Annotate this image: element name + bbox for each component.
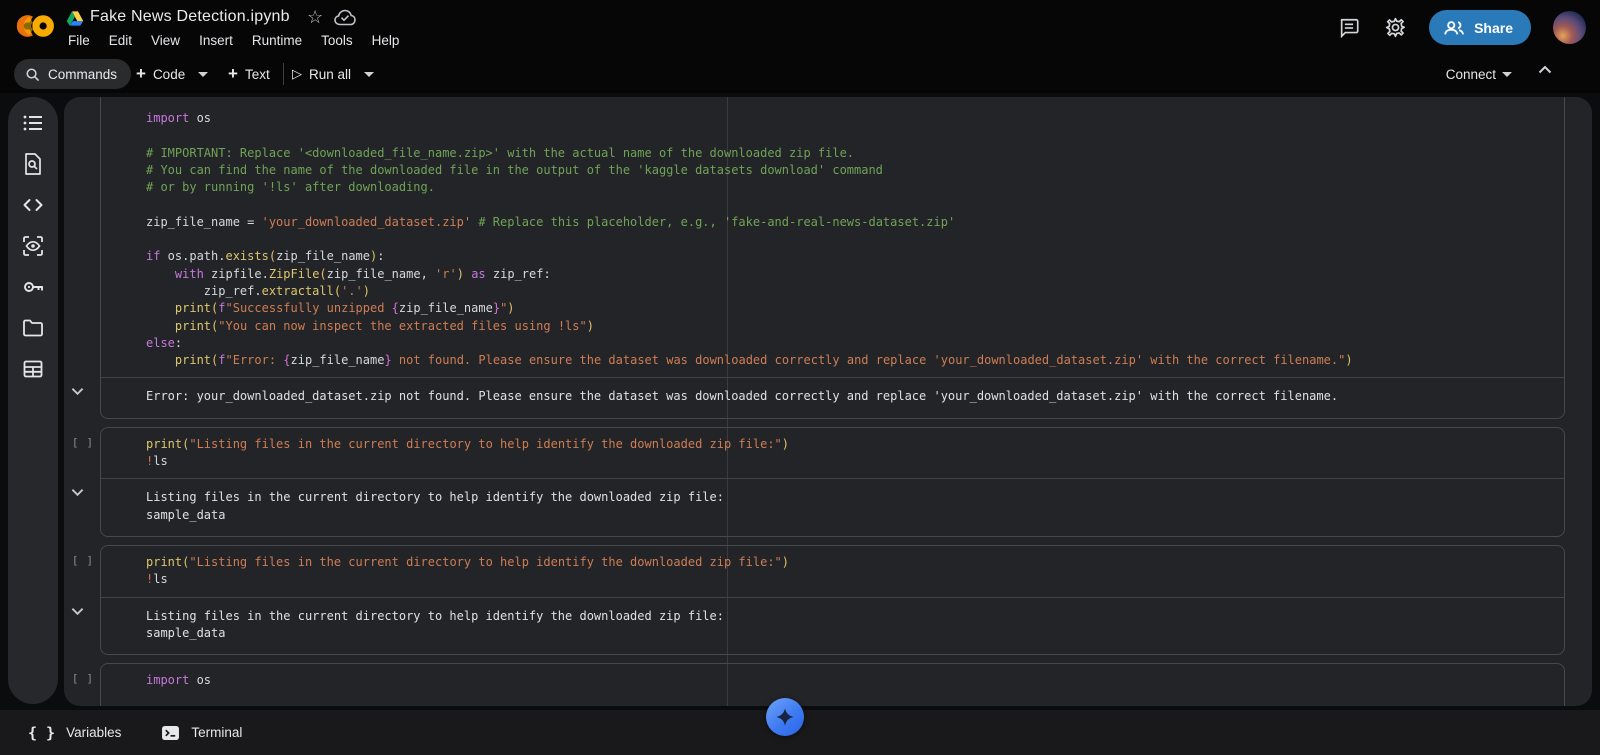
code-line: with zipfile.ZipFile(zip_file_name, 'r')… (146, 266, 1554, 283)
code-line: else: (146, 335, 1554, 352)
code-cell: [ ]print("Listing files in the current d… (100, 545, 1565, 655)
braces-icon: { } (28, 724, 55, 742)
comments-icon[interactable] (1337, 16, 1361, 40)
commands-button[interactable]: Commands (14, 59, 131, 89)
data-table-icon[interactable] (21, 357, 45, 381)
cell-output: Listing files in the current directory t… (101, 598, 1564, 655)
avatar[interactable] (1553, 11, 1586, 44)
share-button[interactable]: Share (1429, 10, 1531, 45)
code-line: # IMPORTANT: Replace '<downloaded_file_n… (146, 145, 1554, 162)
run-cell-button[interactable]: [ ] (72, 437, 94, 449)
output-line: sample_data (146, 507, 1554, 524)
plus-icon: + (228, 64, 238, 84)
code-line: zip_file_name = 'your_downloaded_dataset… (146, 214, 1554, 231)
code-line (146, 231, 1554, 248)
menu-file[interactable]: File (68, 33, 90, 48)
star-icon[interactable]: ☆ (307, 7, 323, 28)
menubar: File Edit View Insert Runtime Tools Help (68, 33, 399, 48)
menu-edit[interactable]: Edit (109, 33, 132, 48)
chevron-down-icon[interactable] (198, 72, 208, 77)
code-line: if os.path.exists(zip_file_name): (146, 248, 1554, 265)
code-line: import os (146, 672, 1554, 689)
run-cell-button[interactable]: [ ] (72, 555, 94, 567)
output-line: Listing files in the current directory t… (146, 608, 1554, 625)
code-line: print("Listing files in the current dire… (146, 554, 1554, 571)
variables-button[interactable]: { } Variables (28, 724, 121, 742)
plus-icon: + (136, 64, 146, 84)
code-line: zip_ref.extractall('.') (146, 283, 1554, 300)
code-cell: import os # IMPORTANT: Replace '<downloa… (100, 97, 1565, 419)
chevron-down-icon (1502, 72, 1512, 77)
output-line: sample_data (146, 625, 1554, 642)
search-icon (25, 67, 40, 82)
collapse-output-chevron-icon[interactable] (71, 607, 84, 616)
code-line: import os (146, 110, 1554, 127)
table-of-contents-icon[interactable] (21, 111, 45, 135)
code-line: !ls (146, 453, 1554, 470)
run-cell-button[interactable]: [ ] (72, 673, 94, 685)
left-sidebar (8, 97, 58, 704)
menu-tools[interactable]: Tools (321, 33, 353, 48)
code-editor[interactable]: import os # IMPORTANT: Replace '<downloa… (101, 97, 1564, 377)
menu-view[interactable]: View (151, 33, 180, 48)
cell-output: Listing files in the current directory t… (101, 479, 1564, 536)
find-and-replace-icon[interactable] (21, 152, 45, 176)
cloud-saved-icon[interactable] (334, 9, 356, 26)
spark-icon (774, 706, 796, 728)
code-line (146, 689, 1554, 706)
code-cell: [ ]import os # IMPORTANT: Please paste y… (100, 663, 1565, 706)
code-line: # or by running '!ls' after downloading. (146, 179, 1554, 196)
settings-gear-icon[interactable] (1383, 16, 1407, 40)
toolbar-divider (283, 63, 284, 85)
code-editor[interactable]: [ ]import os # IMPORTANT: Please paste y… (101, 664, 1564, 706)
variable-inspector-eye-icon[interactable] (21, 234, 45, 258)
drive-icon (66, 10, 84, 27)
connect-button[interactable]: Connect (1446, 59, 1512, 89)
code-cell: [ ]print("Listing files in the current d… (100, 427, 1565, 537)
add-text-button[interactable]: + Text (228, 59, 270, 89)
terminal-icon (161, 725, 180, 741)
share-label: Share (1474, 20, 1513, 36)
collapse-header-button[interactable] (1538, 65, 1552, 74)
menu-insert[interactable]: Insert (199, 33, 233, 48)
code-editor[interactable]: [ ]print("Listing files in the current d… (101, 428, 1564, 479)
terminal-button[interactable]: Terminal (161, 725, 242, 741)
output-line: Error: your_downloaded_dataset.zip not f… (146, 388, 1554, 405)
code-line: print("Listing files in the current dire… (146, 436, 1554, 453)
code-line (146, 196, 1554, 213)
collapse-output-chevron-icon[interactable] (71, 387, 84, 396)
app-header: Fake News Detection.ipynb ☆ File Edit View… (0, 0, 1600, 55)
code-snippets-icon[interactable] (21, 193, 45, 217)
code-line: print(f"Successfully unzipped {zip_file_… (146, 300, 1554, 317)
chevron-down-icon[interactable] (364, 72, 374, 77)
cell-output: Error: your_downloaded_dataset.zip not f… (101, 378, 1564, 417)
code-line: print("You can now inspect the extracted… (146, 318, 1554, 335)
gemini-spark-button[interactable] (766, 698, 804, 736)
notebook-title[interactable]: Fake News Detection.ipynb (90, 8, 290, 26)
collapse-output-chevron-icon[interactable] (71, 488, 84, 497)
code-line (146, 127, 1554, 144)
run-all-button[interactable]: ▷ Run all (292, 59, 374, 89)
add-code-button[interactable]: + Code (136, 59, 208, 89)
output-line: Listing files in the current directory t… (146, 489, 1554, 506)
notebook-toolbar: Commands + Code + Text ▷ Run all Connect (0, 55, 1600, 93)
cells: import os # IMPORTANT: Replace '<downloa… (64, 97, 1592, 706)
code-line: # You can find the name of the downloade… (146, 162, 1554, 179)
secrets-key-icon[interactable] (21, 275, 45, 299)
code-editor[interactable]: [ ]print("Listing files in the current d… (101, 546, 1564, 597)
code-line: !ls (146, 571, 1554, 588)
menu-help[interactable]: Help (372, 33, 400, 48)
code-line: print(f"Error: {zip_file_name} not found… (146, 352, 1554, 369)
colab-logo[interactable] (12, 9, 58, 43)
files-folder-icon[interactable] (21, 316, 45, 340)
play-icon: ▷ (292, 66, 302, 82)
people-icon (1443, 20, 1465, 36)
notebook-panel: import os # IMPORTANT: Replace '<downloa… (64, 97, 1592, 706)
menu-runtime[interactable]: Runtime (252, 33, 302, 48)
